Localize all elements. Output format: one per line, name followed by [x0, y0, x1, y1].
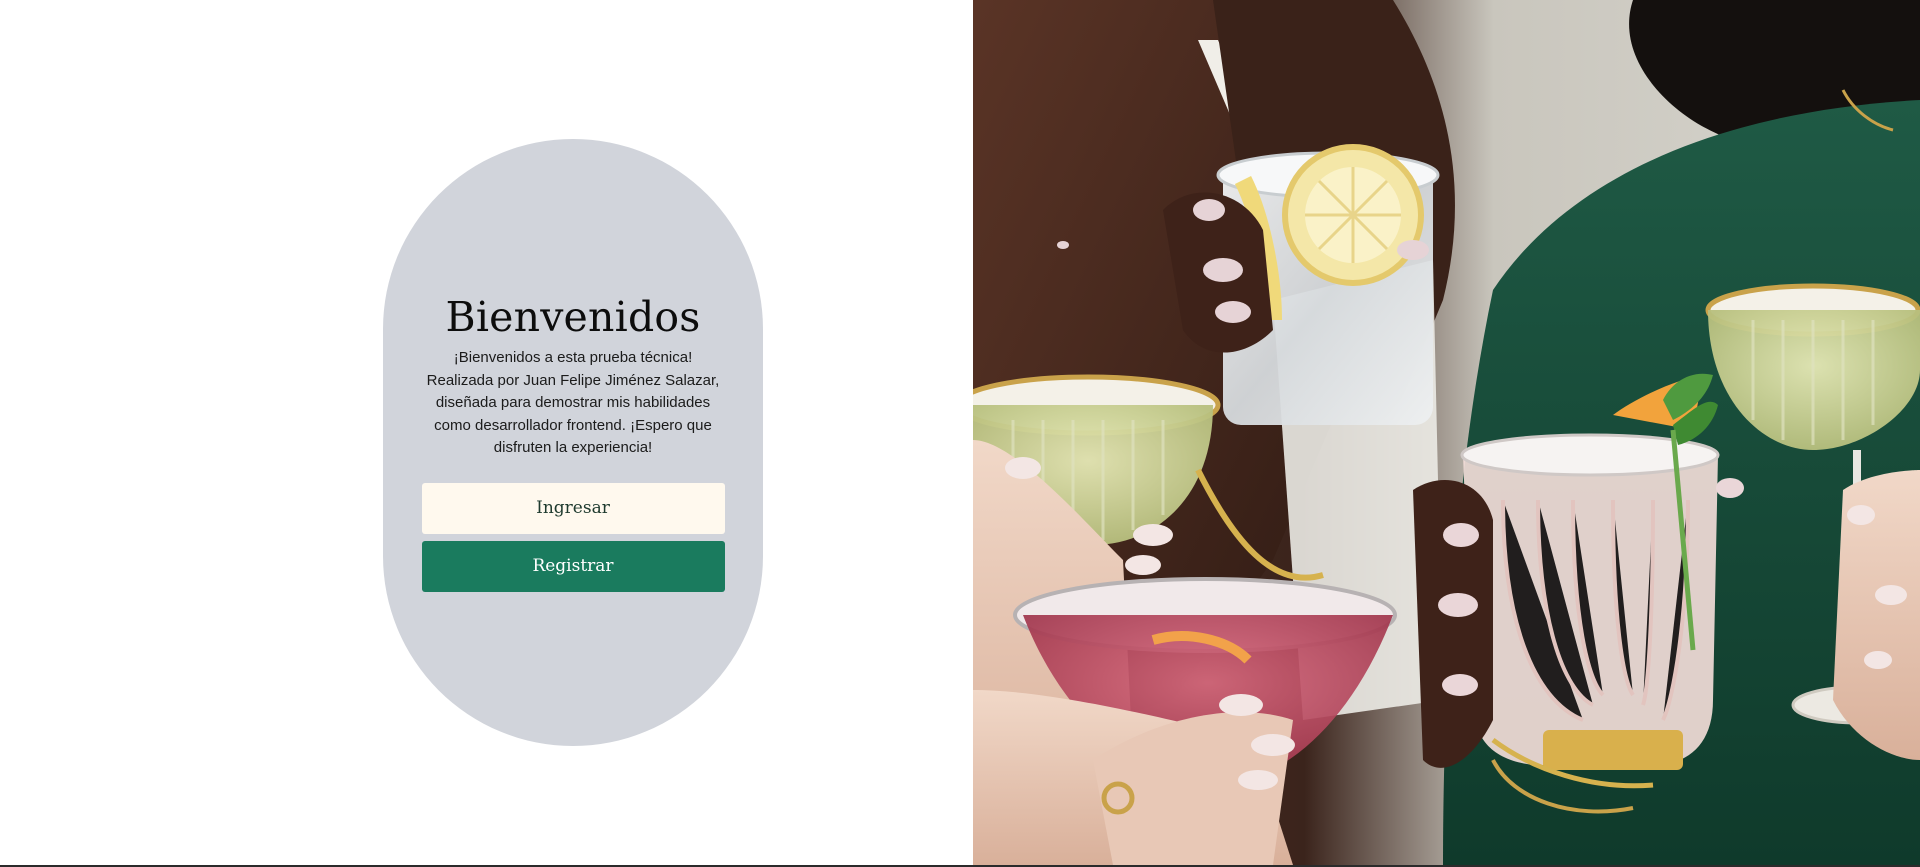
welcome-card: Bienvenidos ¡Bienvenidos a esta prueba t… — [383, 139, 763, 746]
login-button[interactable]: Ingresar — [421, 482, 725, 534]
cocktails-photo-icon — [973, 0, 1920, 865]
welcome-panel: Bienvenidos ¡Bienvenidos a esta prueba t… — [0, 0, 973, 865]
hero-image — [973, 0, 1920, 865]
landing-page: Bienvenidos ¡Bienvenidos a esta prueba t… — [0, 0, 1920, 867]
register-button[interactable]: Registrar — [421, 540, 725, 592]
welcome-description: ¡Bienvenidos a esta prueba técnica! Real… — [426, 349, 720, 457]
page-title: Bienvenidos — [445, 293, 701, 342]
